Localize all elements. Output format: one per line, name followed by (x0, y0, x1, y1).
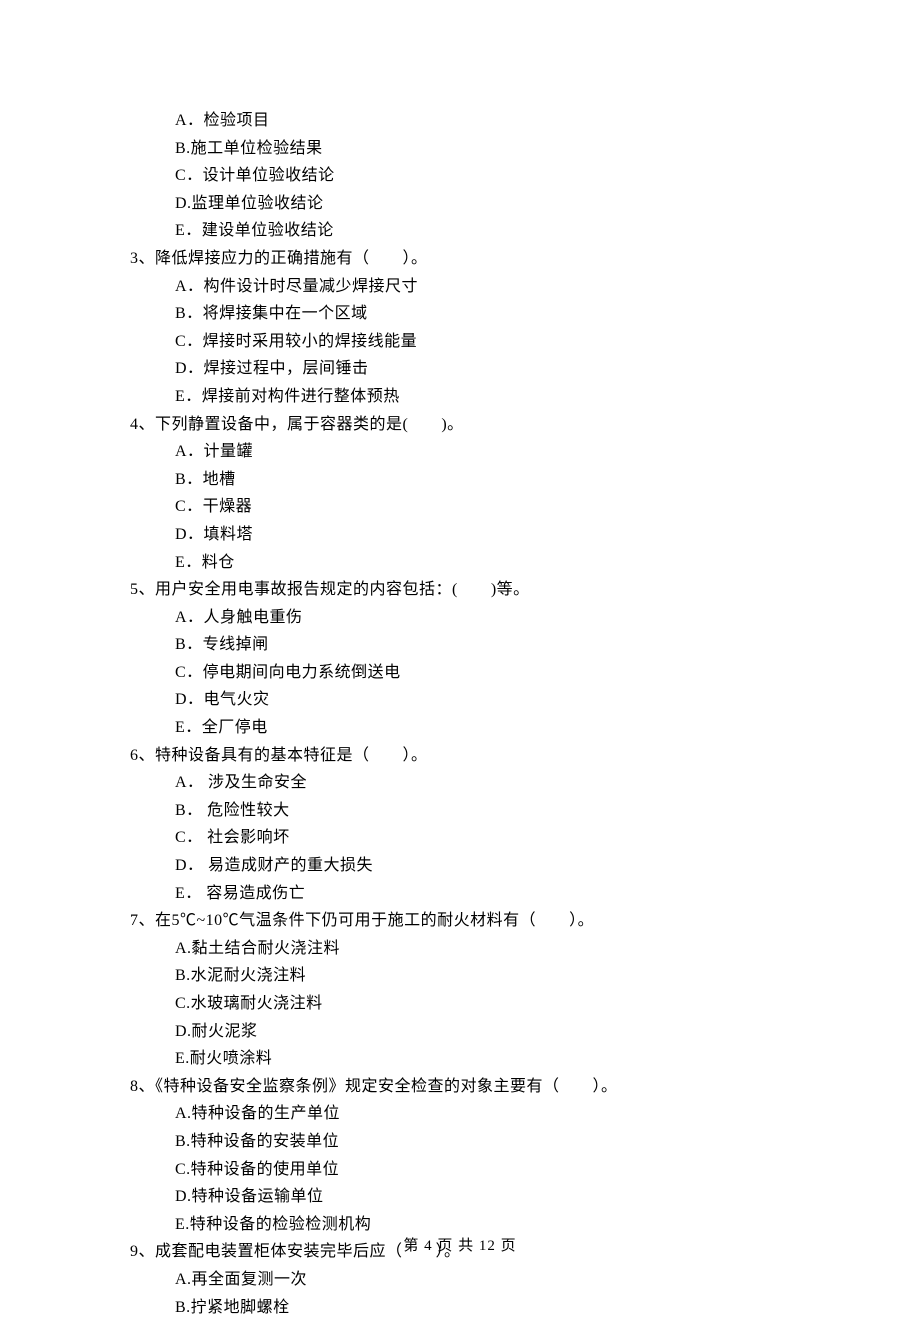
option-item: C．停电期间向电力系统倒送电 (175, 660, 790, 686)
option-item: B.拧紧地脚螺栓 (175, 1295, 790, 1320)
page-footer: 第 4 页 共 12 页 (0, 1234, 920, 1258)
option-item: B．专线掉闸 (175, 632, 790, 658)
option-group: A.再全面复测一次 B.拧紧地脚螺栓 (130, 1267, 790, 1320)
option-item: C． 社会影响坏 (175, 825, 790, 851)
option-item: E．全厂停电 (175, 715, 790, 741)
option-item: D．焊接过程中，层间锤击 (175, 356, 790, 382)
option-item: D.特种设备运输单位 (175, 1184, 790, 1210)
option-item: A.黏土结合耐火浇注料 (175, 936, 790, 962)
option-item: A．人身触电重伤 (175, 605, 790, 631)
question-text: 《特种设备安全监察条例》规定安全检查的对象主要有（ ）。 (155, 1078, 618, 1095)
option-item: A.再全面复测一次 (175, 1267, 790, 1293)
question-stem: 6、特种设备具有的基本特征是（ ）。 (130, 743, 790, 769)
option-item: C．干燥器 (175, 494, 790, 520)
option-item: A．计量罐 (175, 439, 790, 465)
option-item: B.特种设备的安装单位 (175, 1129, 790, 1155)
question-stem: 7、在5℃~10℃气温条件下仍可用于施工的耐火材料有（ ）。 (130, 908, 790, 934)
question-stem: 8、《特种设备安全监察条例》规定安全检查的对象主要有（ ）。 (130, 1074, 790, 1100)
option-group: A.黏土结合耐火浇注料 B.水泥耐火浇注料 C.水玻璃耐火浇注料 D.耐火泥浆 … (130, 936, 790, 1072)
option-item: B.水泥耐火浇注料 (175, 963, 790, 989)
option-item: E.耐火喷涂料 (175, 1046, 790, 1072)
option-item: B．将焊接集中在一个区域 (175, 301, 790, 327)
option-group: A．人身触电重伤 B．专线掉闸 C．停电期间向电力系统倒送电 D．电气火灾 E．… (130, 605, 790, 741)
option-item: B．地槽 (175, 467, 790, 493)
orphan-option-group: A．检验项目 B.施工单位检验结果 C．设计单位验收结论 D.监理单位验收结论 … (130, 108, 790, 244)
option-item: E．料仓 (175, 550, 790, 576)
option-item: C.水玻璃耐火浇注料 (175, 991, 790, 1017)
option-item: A．检验项目 (175, 108, 790, 134)
option-item: A． 涉及生命安全 (175, 770, 790, 796)
question-text: 用户安全用电事故报告规定的内容包括：( )等。 (155, 581, 530, 598)
option-item: A.特种设备的生产单位 (175, 1101, 790, 1127)
option-group: A．构件设计时尽量减少焊接尺寸 B．将焊接集中在一个区域 C．焊接时采用较小的焊… (130, 274, 790, 410)
option-item: E．焊接前对构件进行整体预热 (175, 384, 790, 410)
option-item: C．焊接时采用较小的焊接线能量 (175, 329, 790, 355)
page-content: A．检验项目 B.施工单位检验结果 C．设计单位验收结论 D.监理单位验收结论 … (0, 0, 920, 1320)
question-block: 6、特种设备具有的基本特征是（ ）。 A． 涉及生命安全 B． 危险性较大 C．… (130, 743, 790, 907)
option-item: B.施工单位检验结果 (175, 136, 790, 162)
option-group: A．计量罐 B．地槽 C．干燥器 D．填料塔 E．料仓 (130, 439, 790, 575)
option-item: C.特种设备的使用单位 (175, 1157, 790, 1183)
option-item: E．建设单位验收结论 (175, 218, 790, 244)
option-item: D． 易造成财产的重大损失 (175, 853, 790, 879)
question-number: 4、 (130, 416, 155, 433)
question-block: 8、《特种设备安全监察条例》规定安全检查的对象主要有（ ）。 A.特种设备的生产… (130, 1074, 790, 1238)
option-item: C．设计单位验收结论 (175, 163, 790, 189)
option-item: D．电气火灾 (175, 687, 790, 713)
option-item: E． 容易造成伤亡 (175, 881, 790, 907)
option-item: D.监理单位验收结论 (175, 191, 790, 217)
question-text: 在5℃~10℃气温条件下仍可用于施工的耐火材料有（ ）。 (155, 912, 594, 929)
question-block: 3、降低焊接应力的正确措施有（ ）。 A．构件设计时尽量减少焊接尺寸 B．将焊接… (130, 246, 790, 410)
question-stem: 5、用户安全用电事故报告规定的内容包括：( )等。 (130, 577, 790, 603)
question-number: 5、 (130, 581, 155, 598)
question-block: 5、用户安全用电事故报告规定的内容包括：( )等。 A．人身触电重伤 B．专线掉… (130, 577, 790, 741)
question-number: 3、 (130, 250, 155, 267)
question-block: 7、在5℃~10℃气温条件下仍可用于施工的耐火材料有（ ）。 A.黏土结合耐火浇… (130, 908, 790, 1072)
question-stem: 4、下列静置设备中，属于容器类的是( )。 (130, 412, 790, 438)
question-number: 6、 (130, 747, 155, 764)
option-item: B． 危险性较大 (175, 798, 790, 824)
option-item: D．填料塔 (175, 522, 790, 548)
question-number: 7、 (130, 912, 155, 929)
option-item: A．构件设计时尽量减少焊接尺寸 (175, 274, 790, 300)
question-block: 4、下列静置设备中，属于容器类的是( )。 A．计量罐 B．地槽 C．干燥器 D… (130, 412, 790, 576)
question-stem: 3、降低焊接应力的正确措施有（ ）。 (130, 246, 790, 272)
question-text: 降低焊接应力的正确措施有（ ）。 (155, 250, 428, 267)
question-text: 下列静置设备中，属于容器类的是( )。 (155, 416, 464, 433)
question-text: 特种设备具有的基本特征是（ ）。 (155, 747, 428, 764)
option-item: D.耐火泥浆 (175, 1019, 790, 1045)
option-group: A． 涉及生命安全 B． 危险性较大 C． 社会影响坏 D． 易造成财产的重大损… (130, 770, 790, 906)
question-number: 8、 (130, 1078, 155, 1095)
option-group: A.特种设备的生产单位 B.特种设备的安装单位 C.特种设备的使用单位 D.特种… (130, 1101, 790, 1237)
